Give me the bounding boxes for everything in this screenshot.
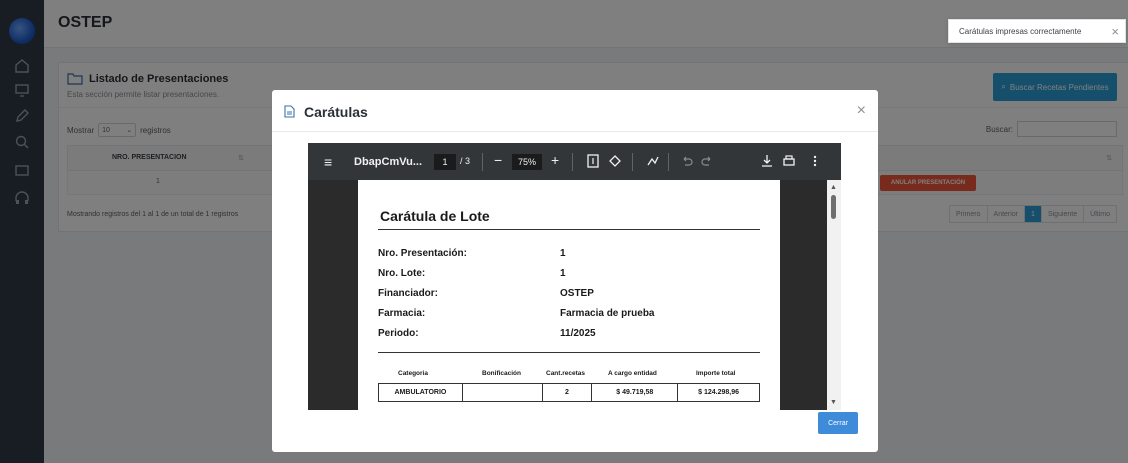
table-column-header: Categoria xyxy=(398,370,428,377)
scroll-up-icon[interactable]: ▲ xyxy=(830,184,837,191)
cell-categoria: AMBULATORIO xyxy=(378,383,463,402)
undo-icon[interactable] xyxy=(680,153,694,169)
divider xyxy=(378,352,760,353)
field-value: OSTEP xyxy=(560,288,594,299)
modal-close-icon[interactable]: × xyxy=(857,102,866,120)
field-label: Farmacia: xyxy=(378,308,426,319)
toolbar-divider xyxy=(572,153,573,171)
scroll-down-icon[interactable]: ▼ xyxy=(830,399,837,406)
field-label: Nro. Presentación: xyxy=(378,248,467,259)
pdf-viewer: ≡ DbapCmVu... 1 / 3 − 75% + ▲ ▼ Carátula… xyxy=(308,143,841,410)
pdf-gutter-right xyxy=(780,180,827,410)
toast-message: Carátulas impresas correctamente xyxy=(959,27,1082,36)
print-icon[interactable] xyxy=(782,153,796,169)
toast-close-icon[interactable]: × xyxy=(1111,24,1119,39)
scroll-thumb[interactable] xyxy=(831,195,836,219)
document-heading: Carátula de Lote xyxy=(380,208,490,224)
page-total: / 3 xyxy=(460,156,471,166)
zoom-out-button[interactable]: − xyxy=(494,152,502,168)
toolbar-divider xyxy=(632,153,633,171)
zoom-in-button[interactable]: + xyxy=(551,152,559,168)
menu-icon[interactable]: ≡ xyxy=(324,154,332,170)
cell-a-cargo-entidad: $ 49.719,58 xyxy=(591,383,679,402)
pdf-gutter-left xyxy=(308,180,358,410)
page-number-input[interactable]: 1 xyxy=(434,154,456,170)
table-column-header: Importe total xyxy=(696,370,736,377)
modal-header: Carátulas × xyxy=(272,90,878,132)
table-column-header: Bonificación xyxy=(482,370,522,377)
field-value: 1 xyxy=(560,268,566,279)
document-icon xyxy=(284,105,295,118)
download-icon[interactable] xyxy=(760,153,774,169)
toolbar-divider xyxy=(668,153,669,171)
more-options-icon[interactable] xyxy=(808,153,822,169)
fit-page-icon[interactable] xyxy=(586,153,600,169)
annotate-icon[interactable] xyxy=(646,153,660,169)
zoom-input[interactable]: 75% xyxy=(512,154,542,170)
cell-cant-recetas: 2 xyxy=(541,383,593,402)
category-table: AMBULATORIO 2 $ 49.719,58 $ 124.298,96 xyxy=(378,383,760,402)
caratulas-modal: Carátulas × ≡ DbapCmVu... 1 / 3 − 75% + xyxy=(272,90,878,452)
field-label: Financiador: xyxy=(378,288,439,299)
cell-importe-total: $ 124.298,96 xyxy=(677,383,760,402)
redo-icon[interactable] xyxy=(700,153,714,169)
field-value: 11/2025 xyxy=(560,328,596,339)
cell-bonificacion xyxy=(461,383,543,402)
pdf-page: Carátula de Lote Nro. Presentación: 1 Nr… xyxy=(358,180,780,410)
toast-notification: Carátulas impresas correctamente × xyxy=(948,19,1126,43)
table-column-header: A cargo entidad xyxy=(608,370,657,377)
pdf-scrollbar[interactable]: ▲ ▼ xyxy=(827,180,841,410)
divider xyxy=(378,229,760,230)
rotate-icon[interactable] xyxy=(608,153,622,169)
field-label: Nro. Lote: xyxy=(378,268,426,279)
table-row: AMBULATORIO 2 $ 49.719,58 $ 124.298,96 xyxy=(378,383,760,402)
table-column-header: Cant.recetas xyxy=(546,370,586,377)
field-label: Periodo: xyxy=(378,328,419,339)
pdf-toolbar: ≡ DbapCmVu... 1 / 3 − 75% + xyxy=(308,143,841,180)
field-value: 1 xyxy=(560,248,566,259)
toolbar-divider xyxy=(482,153,483,171)
field-value: Farmacia de prueba xyxy=(560,308,655,319)
cerrar-button[interactable]: Cerrar xyxy=(818,412,858,434)
pdf-filename: DbapCmVu... xyxy=(354,156,423,168)
modal-title: Carátulas xyxy=(304,104,368,120)
